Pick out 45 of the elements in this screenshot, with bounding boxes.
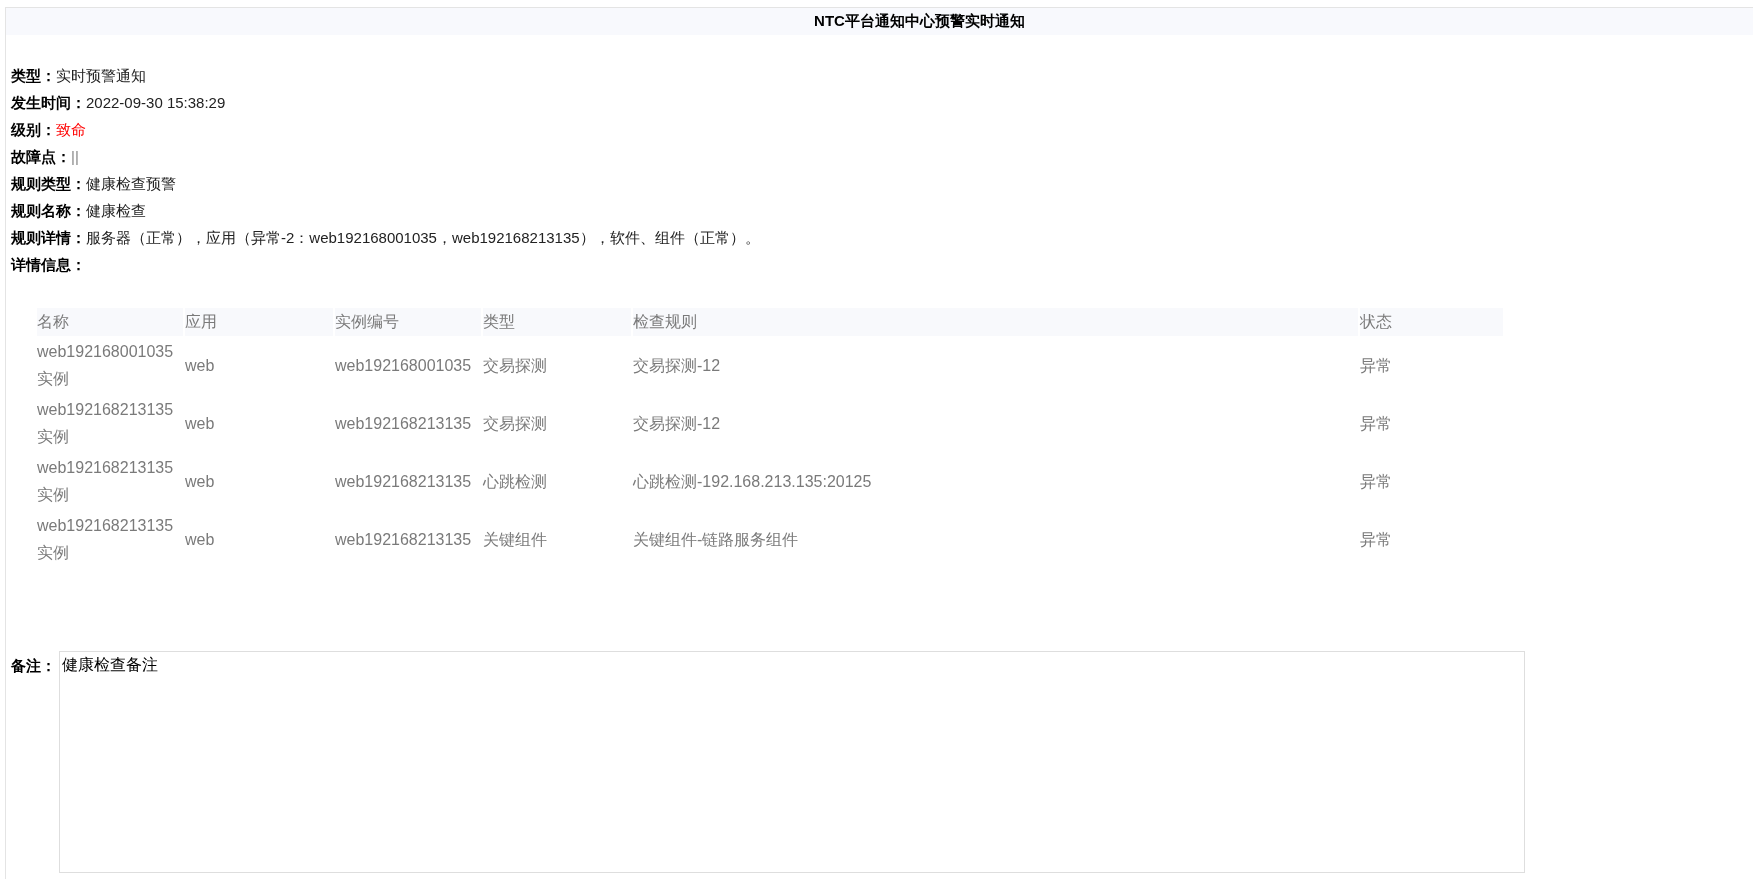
table-cell-text: 心跳检测 xyxy=(483,471,548,492)
table-cell-text: 交易探测-12 xyxy=(633,413,722,434)
table-cell-text: 交易探测 xyxy=(483,413,548,434)
field-value: 服务器（正常），应用（异常-2：web192168001035，web192168213135），软件、组件（正常）。 xyxy=(86,228,760,248)
table-cell-text: 异常 xyxy=(1360,355,1393,376)
table-cell-text: 异常 xyxy=(1360,529,1393,550)
table-cell-text: web xyxy=(185,529,216,550)
remark-field[interactable]: 健康检查备注 xyxy=(59,651,1525,873)
table-cell-text: web192168001035 xyxy=(335,355,473,376)
table-cell-text: 心跳检测-192.168.213.135:20125 xyxy=(633,471,873,492)
field-label: 类型： xyxy=(11,66,56,86)
table-cell-text: web192168213135实例 xyxy=(37,516,175,563)
table-cell-text: web xyxy=(185,355,216,376)
table-cell-text: web xyxy=(185,413,216,434)
column-header: 实例编号 xyxy=(335,308,481,336)
field-label: 规则类型： xyxy=(11,174,86,194)
remark-label: 备注： xyxy=(11,657,57,676)
table-cell-text: 异常 xyxy=(1360,413,1393,434)
table-cell-text: web xyxy=(185,471,216,492)
table-cell-text: 交易探测 xyxy=(483,355,548,376)
field-value: 致命 xyxy=(56,120,86,140)
field-value: 健康检查预警 xyxy=(86,174,176,194)
column-header: 状态 xyxy=(1360,308,1503,336)
column-header: 应用 xyxy=(185,308,333,336)
column-header: 检查规则 xyxy=(633,308,1358,336)
column-header: 名称 xyxy=(37,308,183,336)
field-value: 2022-09-30 15:38:29 xyxy=(86,93,226,113)
table-cell-text: 关键组件 xyxy=(483,529,548,550)
field-value: 健康检查 xyxy=(86,201,146,221)
field-label: 发生时间： xyxy=(11,93,86,113)
field-value: || xyxy=(71,147,79,167)
table-cell-text: web192168213135 xyxy=(335,529,473,550)
column-header: 类型 xyxy=(483,308,631,336)
table-cell-text: web192168213135 xyxy=(335,471,473,492)
table-cell-text: web192168213135 xyxy=(335,413,473,434)
table-cell-text: 交易探测-12 xyxy=(633,355,722,376)
table-cell-text: 关键组件-链路服务组件 xyxy=(633,529,800,550)
field-value: 实时预警通知 xyxy=(56,66,146,86)
field-label: 故障点： xyxy=(11,147,71,167)
field-label: 规则名称： xyxy=(11,201,86,221)
field-label: 级别： xyxy=(11,120,56,140)
table-cell-text: 异常 xyxy=(1360,471,1393,492)
field-label: 详情信息： xyxy=(11,255,86,275)
field-label: 规则详情： xyxy=(11,228,86,248)
page-title: NTC平台通知中心预警实时通知 xyxy=(6,8,1753,35)
